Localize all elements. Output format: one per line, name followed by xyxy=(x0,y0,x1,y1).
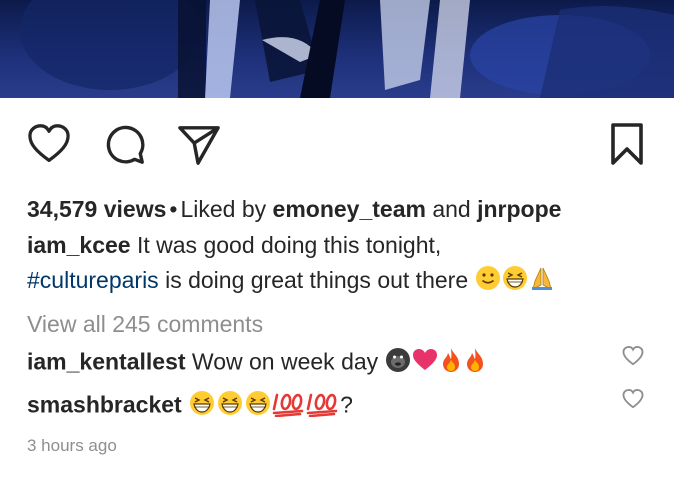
view-all-comments-link[interactable]: View all 245 comments xyxy=(27,309,263,339)
comment-row: smashbracket ? xyxy=(27,389,647,424)
hundred-points-icon xyxy=(306,389,340,424)
liked-by-user[interactable]: emoney_team xyxy=(273,196,426,222)
grinning-squinting-face-icon xyxy=(244,390,272,423)
post-timestamp: 3 hours ago xyxy=(27,436,117,455)
hashtag-link[interactable]: #cultureparis xyxy=(27,267,159,293)
caption-username[interactable]: iam_kcee xyxy=(27,232,131,258)
speech-bubble-icon[interactable] xyxy=(104,124,146,166)
heart-outline-icon[interactable] xyxy=(27,124,71,164)
fire-icon xyxy=(463,346,487,381)
comment-text: Wow on week day xyxy=(191,348,379,375)
bookmark-icon[interactable] xyxy=(610,122,644,166)
comment-like-heart-icon[interactable] xyxy=(622,389,644,409)
gorilla-icon xyxy=(385,347,411,380)
comment-username[interactable]: smashbracket xyxy=(27,392,182,418)
grinning-squinting-face-icon xyxy=(188,390,216,423)
grinning-squinting-face-icon xyxy=(501,265,529,298)
fire-icon xyxy=(439,346,463,381)
comment-row: iam_kentallest Wow on week day xyxy=(27,346,647,381)
slightly-smiling-face-icon xyxy=(475,265,501,298)
liked-by-and: and xyxy=(432,196,471,222)
grinning-squinting-face-icon xyxy=(216,390,244,423)
views-count[interactable]: 34,579 views xyxy=(27,196,166,222)
hundred-points-icon xyxy=(272,389,306,424)
liked-by-user-2[interactable]: jnrpope xyxy=(477,196,561,222)
liked-by-prefix: Liked by xyxy=(180,196,267,222)
caption-text: It was good doing this tonight, xyxy=(136,232,442,258)
comment-username[interactable]: iam_kentallest xyxy=(27,349,186,375)
folded-hands-icon xyxy=(529,265,555,298)
post-photo-image xyxy=(20,0,674,98)
pink-heart-icon xyxy=(411,348,439,379)
post-photo[interactable] xyxy=(0,0,674,98)
likes-line: 34,579 views • Liked by emoney_team and jn… xyxy=(27,196,562,222)
action-bar xyxy=(0,118,674,168)
comment-text: ? xyxy=(340,391,353,418)
caption-text-2: is doing great things out there xyxy=(165,267,469,293)
caption-line-1: iam_kcee It was good doing this tonight, xyxy=(27,230,441,260)
caption-line-2: #cultureparis is doing great things out … xyxy=(27,265,555,298)
paper-plane-icon[interactable] xyxy=(177,124,221,166)
comment-like-heart-icon[interactable] xyxy=(622,346,644,366)
